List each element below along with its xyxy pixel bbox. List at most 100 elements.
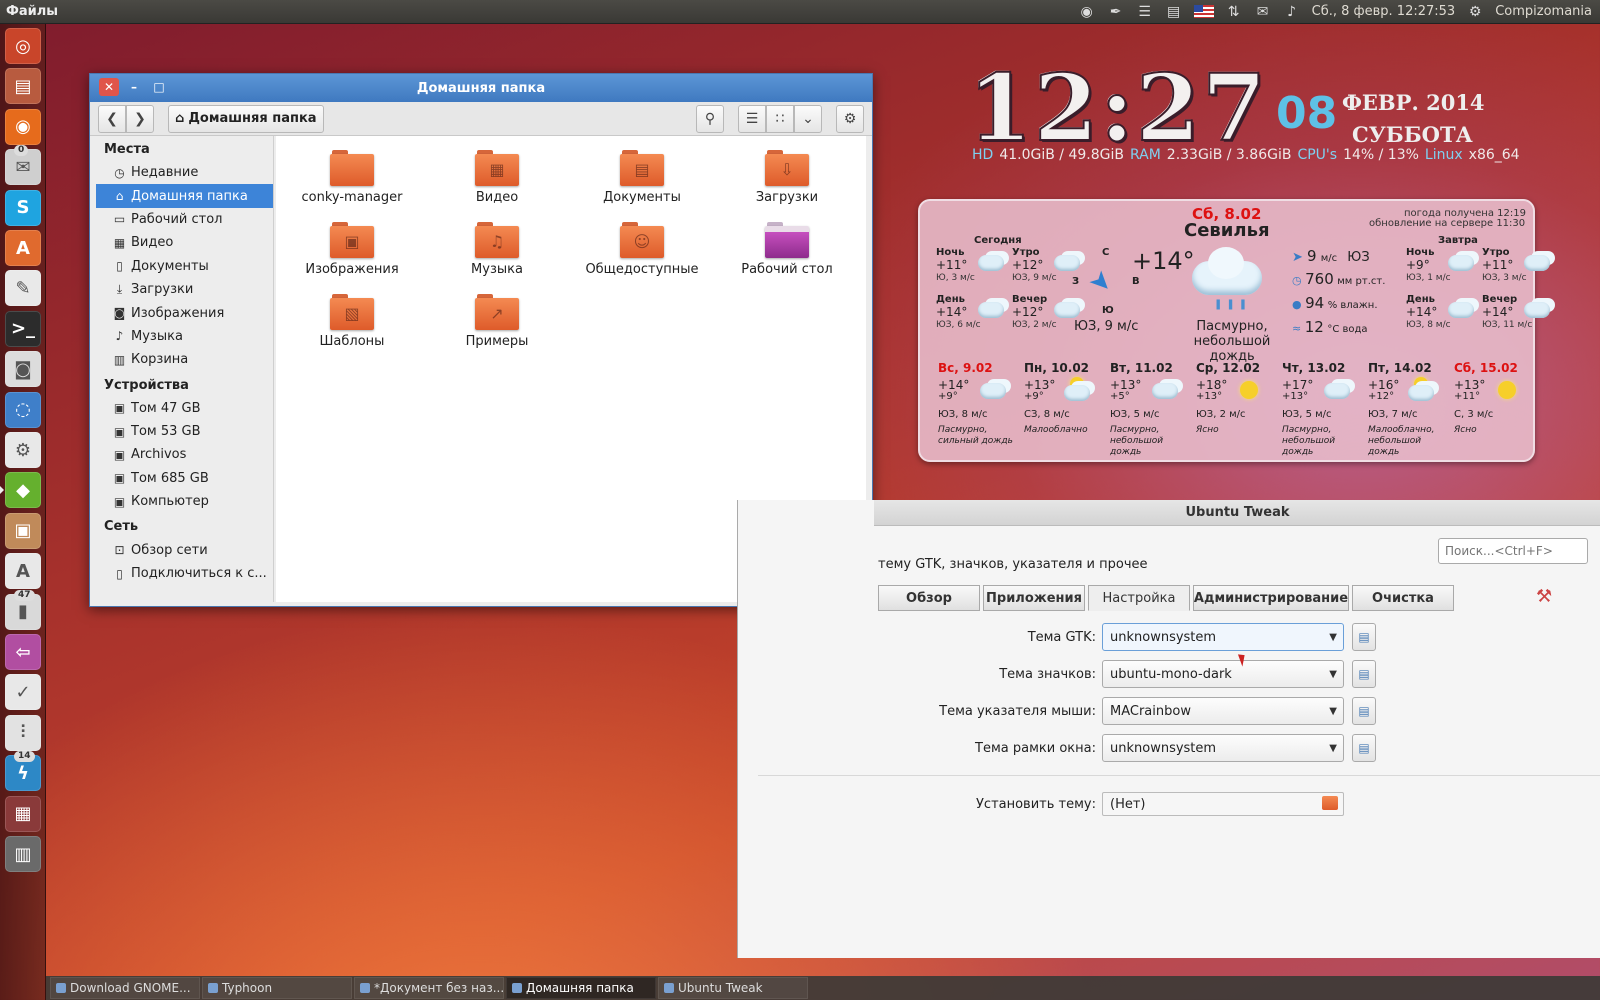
launcher-workspaces[interactable]: ▦ [5, 795, 41, 832]
theme-combo[interactable]: unknownsystem ▼ [1102, 623, 1344, 651]
taskbar-item[interactable]: Typhoon [202, 977, 352, 999]
launcher-tasks[interactable]: ✓ [5, 674, 41, 711]
sidebar-item[interactable]: ⤓ Загрузки [96, 278, 273, 301]
launcher-terminal[interactable]: >_ [5, 310, 41, 347]
tweak-search-input[interactable] [1438, 538, 1588, 564]
sidebar-item[interactable]: ⊡ Обзор сети [96, 538, 273, 561]
sysinfo-value: 14% / 13% [1343, 147, 1419, 163]
theme-combo[interactable]: ubuntu-mono-dark ▼ [1102, 660, 1344, 688]
calendar-icon[interactable]: ▤ [1165, 4, 1183, 20]
folder-item[interactable]: ▤ Документы [572, 136, 712, 205]
theme-info-button[interactable]: ▤ [1352, 623, 1376, 651]
launcher-power[interactable]: ϟ 14 [5, 751, 41, 792]
file-manager-titlebar[interactable]: ✕ – □ Домашняя папка [90, 74, 872, 102]
back-button[interactable]: ❮ [98, 104, 126, 133]
tweak-titlebar[interactable]: Ubuntu Tweak [874, 500, 1600, 526]
launcher-trash[interactable]: ▥ [5, 836, 41, 872]
folder-item[interactable]: ↗ Примеры [427, 280, 567, 349]
sidebar-item[interactable]: ▣ Archivos [96, 443, 273, 466]
mail-icon[interactable]: ✉ [1254, 4, 1272, 20]
launcher-camera[interactable]: ◙ [5, 351, 41, 388]
forecast-wind: ЮЗ, 5 м/с [1110, 409, 1160, 420]
launcher-browser-2[interactable]: ◌ [5, 391, 41, 428]
network-icon[interactable]: ⇅ [1225, 4, 1243, 20]
launcher-thermometer[interactable]: ▮ 47 [5, 589, 41, 630]
sidebar-item[interactable]: ▭ Рабочий стол [96, 208, 273, 231]
sidebar-item[interactable]: ▯ Документы [96, 255, 273, 278]
tools-icon[interactable]: ⚒ [1536, 586, 1552, 607]
volume-icon[interactable]: ♪ [1283, 4, 1301, 20]
launcher-settings[interactable]: ⚙ [5, 432, 41, 468]
theme-info-button[interactable]: ▤ [1352, 660, 1376, 688]
sidebar-item[interactable]: ⌂ Домашняя папка [96, 184, 273, 208]
settings-button[interactable]: ⚙ [836, 104, 864, 133]
folder-item[interactable]: ▧ Шаблоны [282, 280, 422, 349]
minimize-icon[interactable]: – [124, 78, 144, 96]
sidebar-item[interactable]: ◷ Недавние [96, 161, 273, 184]
taskbar-item[interactable]: Домашняя папка [506, 977, 656, 999]
launcher-dash-home[interactable]: ◎ [5, 28, 41, 64]
launcher-skype[interactable]: S [5, 189, 41, 226]
launcher-firefox[interactable]: ◉ [5, 108, 41, 145]
taskbar-item[interactable]: *Документ без наз... [354, 977, 504, 999]
install-theme-chooser[interactable]: (Нет) [1102, 792, 1344, 816]
sidebar-item[interactable]: ♪ Музыка [96, 325, 273, 348]
sidebar-item[interactable]: ◙ Изображения [96, 301, 273, 324]
taskbar-item[interactable]: Ubuntu Tweak [658, 977, 808, 999]
cloud-icon [1448, 255, 1474, 271]
sidebar-item[interactable]: ▣ Том 53 GB [96, 420, 273, 443]
theme-info-button[interactable]: ▤ [1352, 697, 1376, 725]
sidebar-item[interactable]: ▥ Корзина [96, 348, 273, 371]
search-button[interactable]: ⚲ [696, 104, 724, 133]
sidebar-item[interactable]: ▣ Том 47 GB [96, 397, 273, 420]
tab-1[interactable]: Приложения [983, 585, 1085, 611]
folder-item[interactable]: Рабочий стол [717, 208, 857, 277]
launcher-installer[interactable]: ▣ [5, 512, 41, 549]
theme-info-button[interactable]: ▤ [1352, 734, 1376, 762]
launcher-updater[interactable]: A [5, 553, 41, 590]
forward-button[interactable]: ❯ [126, 104, 154, 133]
grid-view-button[interactable]: ∷ [766, 104, 794, 133]
theme-combo[interactable]: unknownsystem ▼ [1102, 734, 1344, 762]
gear-icon[interactable]: ⚙ [1466, 4, 1484, 20]
taskbar-item[interactable]: Download GNOME... [50, 977, 200, 999]
clock-datetime[interactable]: Сб., 8 февр. 12:27:53 [1312, 4, 1456, 19]
folder-item[interactable]: ⇩ Загрузки [717, 136, 857, 205]
tomorrow-label: Завтра [1438, 235, 1478, 246]
launcher-mixer[interactable]: ⫶ [5, 714, 41, 751]
folder-item[interactable]: ☺ Общедоступные [572, 208, 712, 277]
tab-3[interactable]: Администрирование [1193, 585, 1349, 611]
close-icon[interactable]: ✕ [99, 78, 119, 96]
folder-item[interactable]: ▣ Изображения [282, 208, 422, 277]
launcher-ubuntu-tweak[interactable]: ◆ [0, 472, 41, 509]
launcher-software-center[interactable]: A [5, 230, 41, 266]
user-name[interactable]: Compizomania [1495, 4, 1592, 19]
folder-item[interactable]: ♫ Музыка [427, 208, 567, 277]
list-icon[interactable]: ☰ [1136, 4, 1154, 20]
sidebar-item[interactable]: ▦ Видео [96, 231, 273, 254]
flag-us-icon[interactable] [1193, 5, 1214, 18]
launcher-text-editor[interactable]: ✎ [5, 270, 41, 307]
sidebar-item[interactable]: ▯ Подключиться к с... [96, 562, 273, 585]
wind-speed: 9 [1307, 247, 1317, 265]
brush-icon[interactable]: ✒ [1107, 4, 1125, 20]
sidebar-item[interactable]: ▣ Компьютер [96, 490, 273, 513]
launcher-switch[interactable]: ⇦ [5, 634, 41, 670]
tab-4[interactable]: Очистка [1352, 585, 1454, 611]
sidebar-item[interactable]: ▣ Том 685 GB [96, 467, 273, 490]
tomorrow-period: Утро +11° ЮЗ, 3 м/с [1482, 247, 1556, 291]
folder-emblem-icon: ♫ [489, 232, 505, 251]
launcher-messaging[interactable]: ✉ 0 [5, 145, 41, 186]
tab-0[interactable]: Обзор [878, 585, 980, 611]
tab-2[interactable]: Настройка [1088, 585, 1190, 611]
theme-combo[interactable]: MACrainbow ▼ [1102, 697, 1344, 725]
bulb-icon[interactable]: ◉ [1078, 4, 1096, 20]
breadcrumb-home[interactable]: ⌂ Домашняя папка [168, 104, 324, 133]
folder-item[interactable]: ▦ Видео [427, 136, 567, 205]
list-view-button[interactable]: ☰ [738, 104, 766, 133]
view-options-button[interactable]: ⌄ [794, 104, 822, 133]
maximize-icon[interactable]: □ [149, 78, 169, 96]
folder-label: Рабочий стол [741, 262, 833, 277]
folder-item[interactable]: conky-manager [282, 136, 422, 205]
launcher-files[interactable]: ▤ [5, 68, 41, 105]
